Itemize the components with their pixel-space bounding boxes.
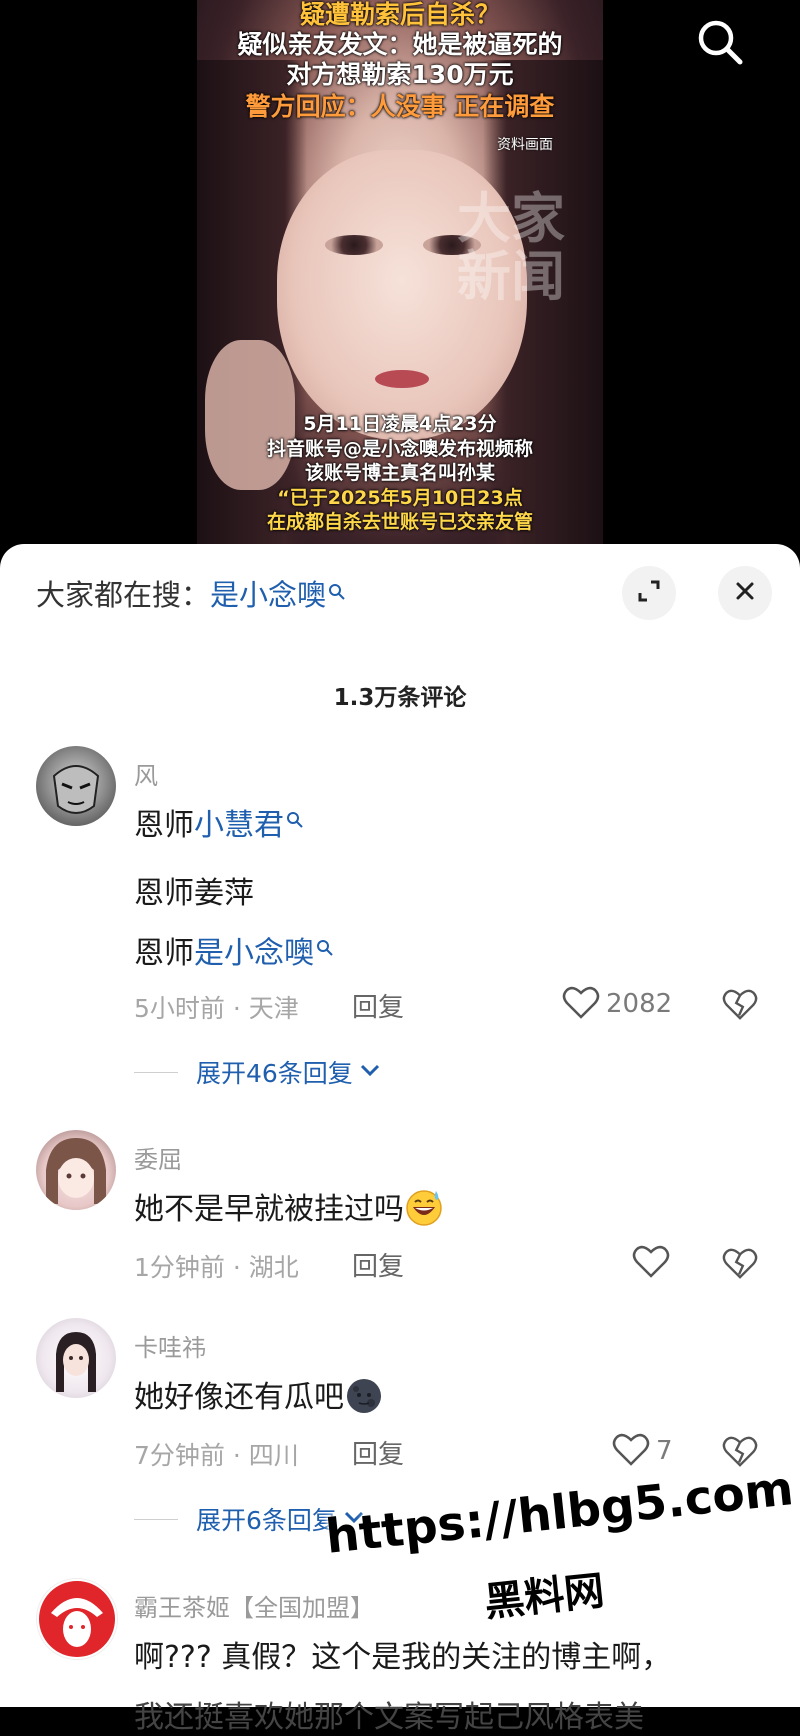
chevron-down-icon <box>359 1062 381 1082</box>
like-count: 7 <box>656 1436 673 1466</box>
expand-replies-label: 展开46条回复 <box>196 1059 353 1088</box>
comment-text-line: 恩师姜萍 <box>134 868 254 912</box>
video-caption-2: 抖音账号@是小念噢发布视频称 <box>266 438 533 460</box>
video-headline-4: 警方回应：人没事 正在调查 <box>245 92 555 121</box>
reply-button[interactable]: 回复 <box>352 987 404 1024</box>
grinning-sweat-emoji <box>404 1187 444 1235</box>
search-icon <box>286 804 304 839</box>
video-image-lips <box>375 370 429 388</box>
comment-text-line: 恩师是小念噢 <box>134 928 334 972</box>
comment-meta: 7分钟前 · 四川 <box>134 1441 299 1470</box>
avatar[interactable] <box>36 746 116 826</box>
video-player[interactable]: 大家 新闻 疑遭勒索后自杀？ 疑似亲友发文：她是被逼死的 对方想勒索130万元 警… <box>0 0 800 550</box>
comment-text-partial: 我还挺喜欢她那个文案写起己风格表美 <box>134 1700 644 1735</box>
comment-text: 她不是早就被挂过吗 <box>134 1184 444 1235</box>
close-button[interactable] <box>718 566 772 620</box>
comment-text: 啊??? 真假？这个是我的关注的博主啊， <box>134 1640 672 1675</box>
new-moon-face-emoji <box>344 1375 384 1423</box>
video-caption-1: 5月11日凌晨4点23分 <box>303 413 497 435</box>
like-count: 2082 <box>606 989 673 1019</box>
search-icon <box>316 932 334 967</box>
video-source-label: 资料画面 <box>497 137 553 153</box>
video-headline-1: 疑遭勒索后自杀？ <box>299 0 500 29</box>
video-image-eye-left <box>325 235 383 255</box>
search-icon[interactable] <box>694 16 746 68</box>
comment-username[interactable]: 霸王茶姬【全国加盟】 <box>134 1588 374 1623</box>
comment-username[interactable]: 卡哇祎 <box>134 1328 206 1363</box>
broken-heart-icon <box>722 1248 758 1285</box>
expand-button[interactable] <box>622 566 676 620</box>
reply-button[interactable]: 回复 <box>352 1434 404 1471</box>
avatar[interactable] <box>36 1318 116 1398</box>
like-button[interactable] <box>632 1243 676 1283</box>
comment-text-body: 她好像还有瓜吧 <box>134 1380 344 1415</box>
like-button[interactable]: 7 <box>612 1431 673 1471</box>
comment-username[interactable]: 委屈 <box>134 1140 182 1175</box>
trending-keyword-link[interactable]: 是小念噢 <box>210 578 326 612</box>
avatar[interactable] <box>36 1578 118 1660</box>
heart-icon <box>562 984 600 1024</box>
trending-search-bar[interactable]: 大家都在搜：是小念噢 <box>36 572 346 614</box>
search-icon <box>328 576 346 610</box>
video-thumbnail[interactable]: 大家 新闻 疑遭勒索后自杀？ 疑似亲友发文：她是被逼死的 对方想勒索130万元 警… <box>197 0 603 550</box>
expand-replies-button[interactable]: 展开46条回复 <box>134 1054 381 1090</box>
heart-icon <box>632 1243 670 1283</box>
comment-text-prefix: 恩师姜萍 <box>134 876 254 911</box>
dislike-button[interactable] <box>722 1433 758 1469</box>
trending-label: 大家都在搜： <box>36 578 211 612</box>
comment-meta: 5小时前 · 天津 <box>134 994 299 1023</box>
expand-icon <box>635 577 663 609</box>
divider <box>134 1518 178 1520</box>
like-button[interactable]: 2082 <box>562 984 672 1024</box>
dislike-button[interactable] <box>722 986 758 1022</box>
video-logo-watermark: 大家 新闻 <box>457 187 565 308</box>
comment-text-prefix: 恩师 <box>134 808 194 843</box>
dislike-button[interactable] <box>722 1245 758 1281</box>
comment-text-body: 她不是早就被挂过吗 <box>134 1192 404 1227</box>
comment-meta: 1分钟前 · 湖北 <box>134 1253 299 1282</box>
comment-text: 她好像还有瓜吧 <box>134 1372 384 1423</box>
close-icon <box>733 579 757 607</box>
comment-username[interactable]: 风 <box>134 756 158 791</box>
comment-text-line: 恩师小慧君 <box>134 800 304 844</box>
comment-keyword-link[interactable]: 小慧君 <box>194 808 284 843</box>
reply-button[interactable]: 回复 <box>352 1246 404 1283</box>
broken-heart-icon <box>722 989 758 1026</box>
video-headline-3: 对方想勒索130万元 <box>286 60 514 89</box>
divider <box>134 1071 178 1073</box>
video-headline-2: 疑似亲友发文：她是被逼死的 <box>237 30 563 59</box>
comment-count: 1.3万条评论 <box>333 685 467 711</box>
heart-icon <box>612 1431 650 1471</box>
comment-text-prefix: 恩师 <box>134 936 194 971</box>
avatar[interactable] <box>36 1130 116 1210</box>
expand-replies-label: 展开6条回复 <box>196 1506 337 1535</box>
video-caption-4: “已于2025年5月10日23点 <box>277 487 523 509</box>
video-caption-5: 在成都自杀去世账号已交亲友管 <box>266 511 533 533</box>
comment-keyword-link[interactable]: 是小念噢 <box>194 936 314 971</box>
video-caption-3: 该账号博主真名叫孙某 <box>304 462 495 484</box>
